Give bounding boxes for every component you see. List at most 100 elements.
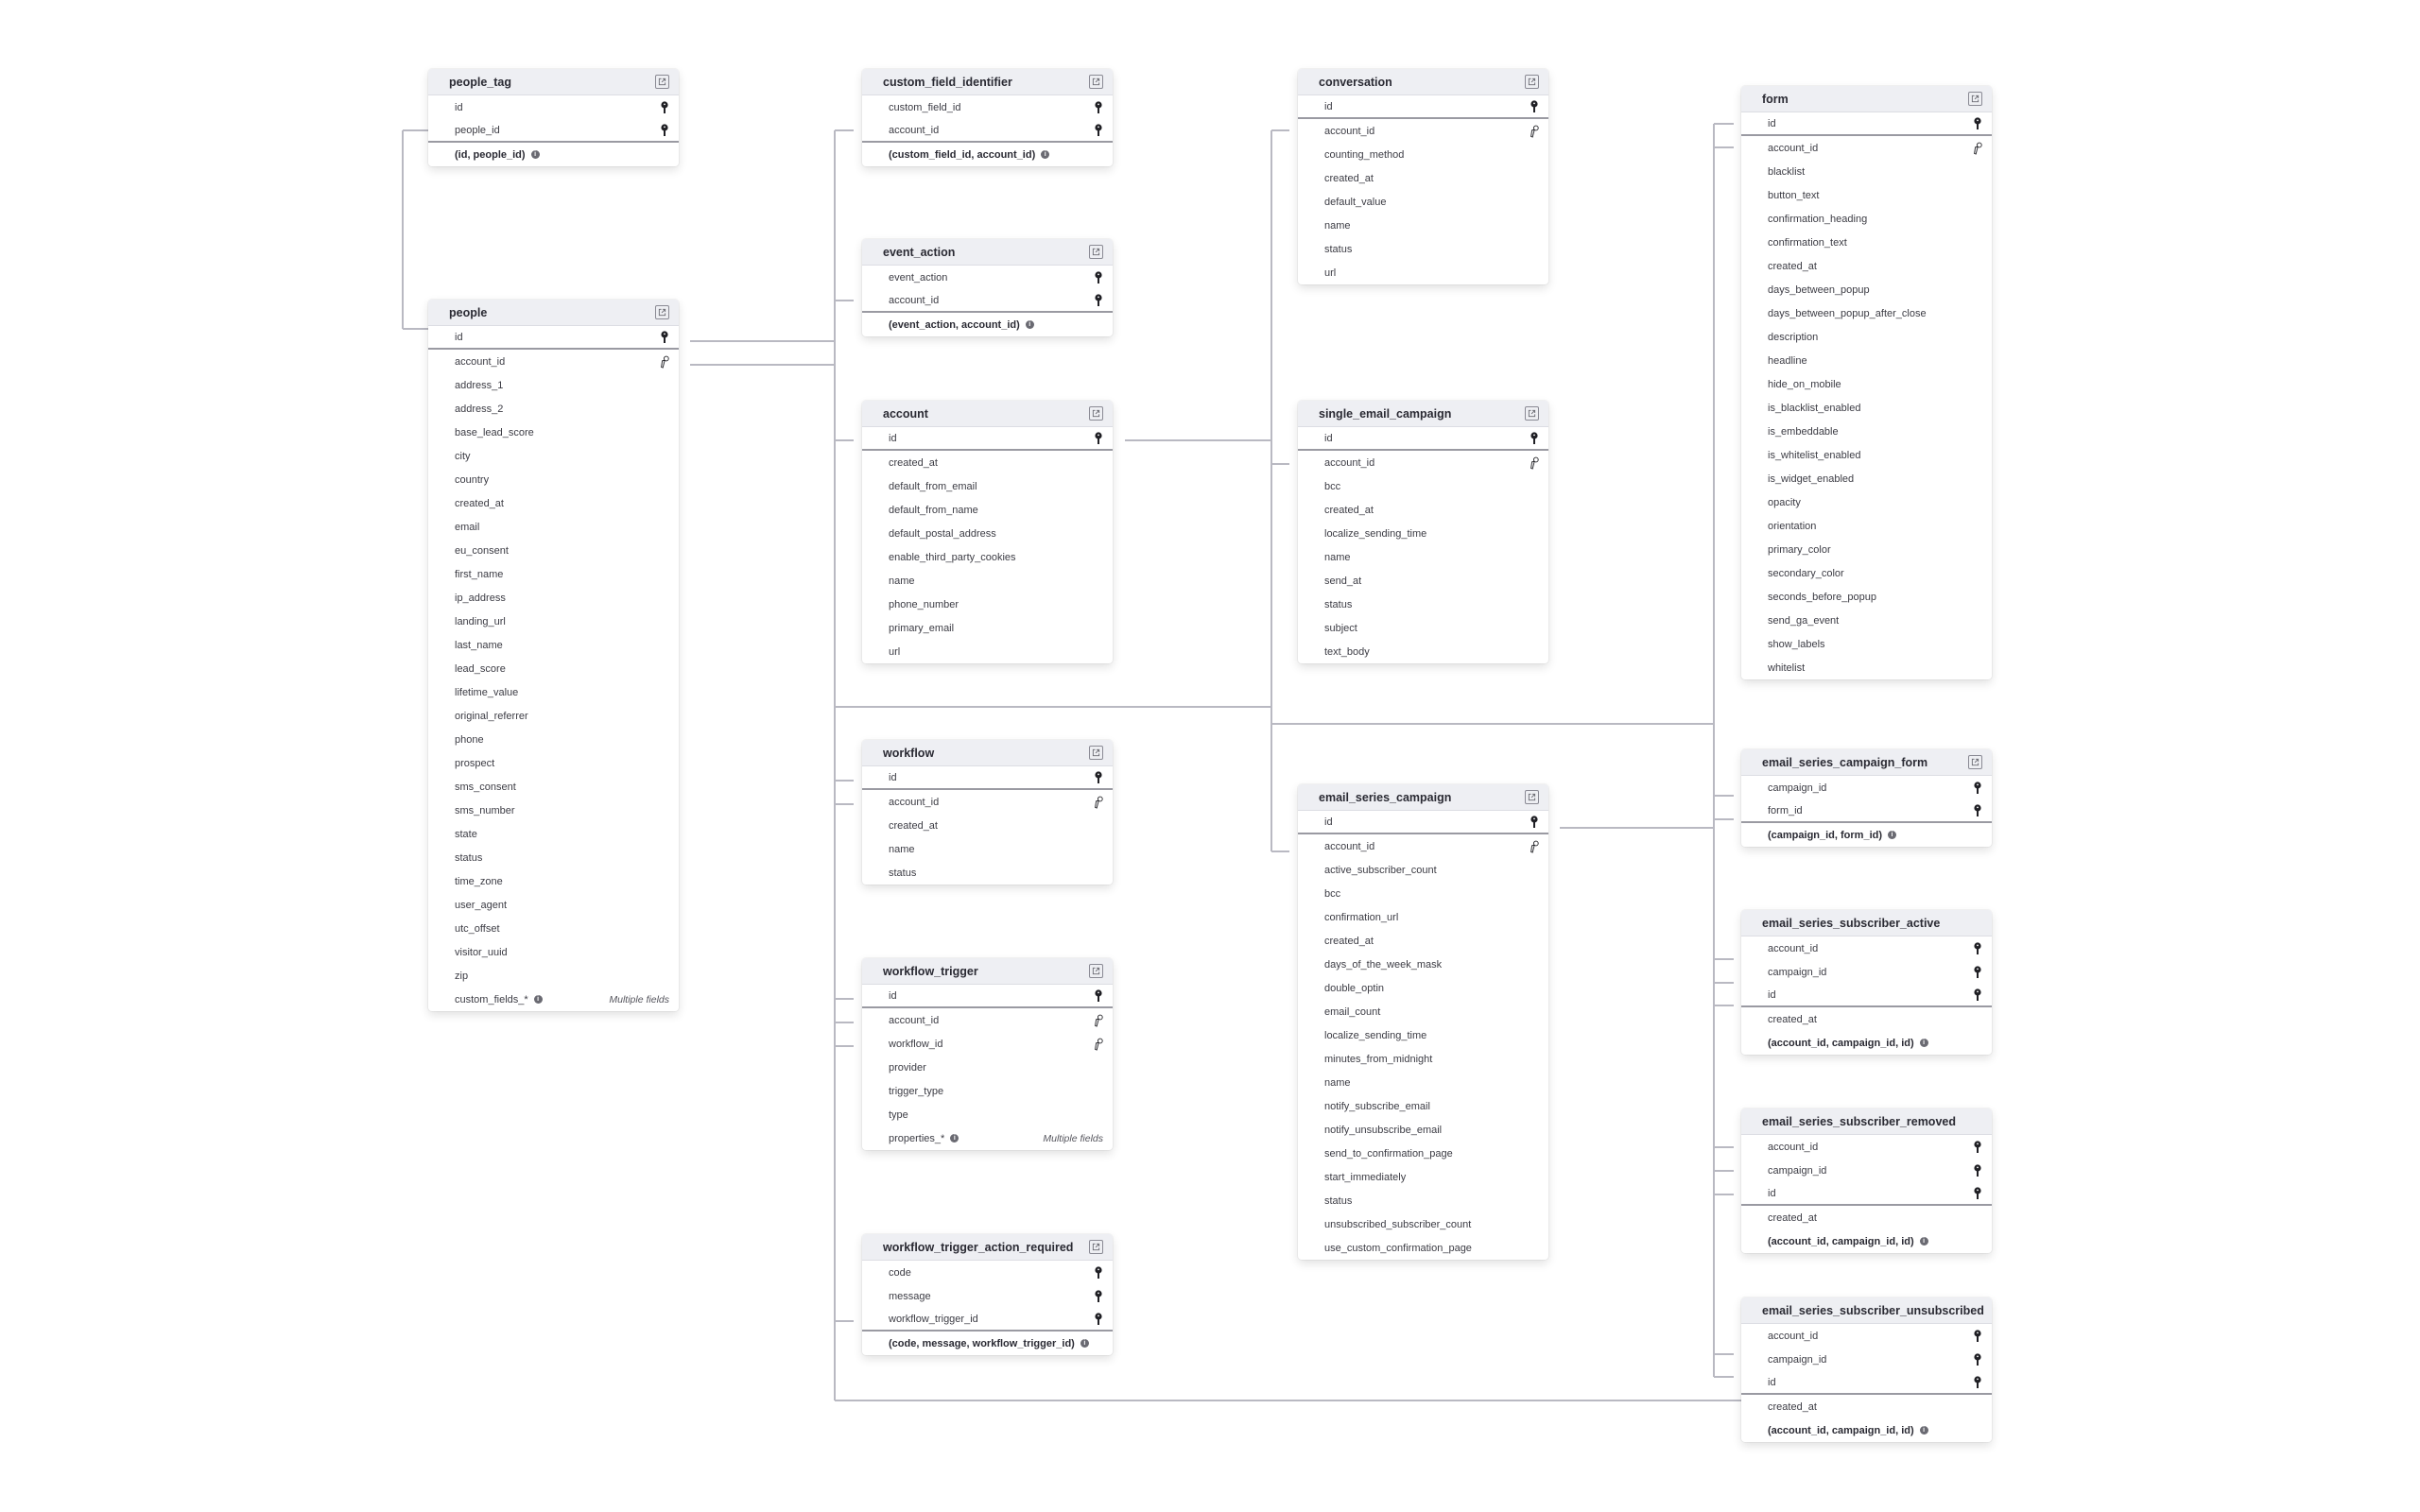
field-row: id (1741, 1182, 1992, 1206)
field-name: account_id (1324, 126, 1530, 137)
field-name: custom_field_id (889, 102, 1094, 113)
field-name: utc_offset (455, 923, 669, 935)
table-form[interactable]: form id account_id blacklist button_text conf… (1741, 86, 1992, 679)
field-name: phone_number (889, 599, 1103, 610)
composite-key-label: (event_action, account_id) i (889, 319, 1103, 331)
info-icon[interactable]: i (1080, 1339, 1089, 1349)
field-name: zip (455, 971, 669, 982)
table-name: custom_field_identifier (883, 75, 1012, 89)
table-custom-field-identifier[interactable]: custom_field_identifier custom_field_idac… (862, 69, 1113, 166)
table-workflow-trigger-action-required[interactable]: workflow_trigger_action_required code mess… (862, 1234, 1113, 1355)
field-label: account_id (889, 796, 940, 808)
field-label: original_referrer (455, 710, 528, 722)
field-row: minutes_from_midnight (1298, 1047, 1548, 1071)
info-icon[interactable]: i (530, 150, 540, 160)
primary-key-icon (1973, 1140, 1982, 1154)
primary-key-icon (1530, 815, 1539, 829)
field-name: created_at (1768, 1212, 1982, 1224)
info-icon[interactable]: i (1888, 831, 1897, 840)
field-row: start_immediately (1298, 1165, 1548, 1189)
field-name: blacklist (1768, 166, 1982, 178)
table-conversation[interactable]: conversation id account_id counting_method c… (1298, 69, 1548, 284)
field-label: default_value (1324, 196, 1387, 208)
field-label: default_from_email (889, 480, 977, 492)
field-name: default_postal_address (889, 528, 1103, 540)
field-row: status (862, 861, 1113, 885)
table-people[interactable]: people id account_id address_1 address_2 base… (428, 300, 679, 1011)
field-row: account_id (1298, 451, 1548, 474)
field-label: account_id (889, 294, 940, 306)
field-row: days_between_popup_after_close (1741, 301, 1992, 325)
field-label: country (455, 473, 490, 486)
field-row: id (428, 95, 679, 119)
external-link-icon[interactable] (1089, 746, 1103, 760)
table-header: workflow_trigger_action_required (862, 1234, 1113, 1261)
field-label: bcc (1324, 480, 1341, 492)
composite-key-row: (id, people_id) i (428, 143, 679, 166)
info-icon[interactable]: i (533, 995, 543, 1005)
field-name: account_id (1324, 841, 1530, 852)
info-icon[interactable]: i (1025, 320, 1034, 330)
table-workflow[interactable]: workflow id account_id created_at name status (862, 740, 1113, 885)
info-icon[interactable]: i (1919, 1237, 1928, 1246)
external-link-icon[interactable] (1089, 245, 1103, 259)
table-people-tag[interactable]: people_tag id people_id (id, people_id) i (428, 69, 679, 166)
table-name: single_email_campaign (1319, 406, 1452, 421)
table-header: email_series_subscriber_unsubscribed (1741, 1297, 1992, 1324)
field-name: minutes_from_midnight (1324, 1054, 1539, 1065)
field-row: orientation (1741, 514, 1992, 538)
field-row: default_value (1298, 190, 1548, 214)
table-email-series-subscriber-removed[interactable]: email_series_subscriber_removed account_i… (1741, 1108, 1992, 1253)
external-link-icon[interactable] (655, 75, 669, 89)
field-name: name (889, 844, 1103, 855)
table-name: workflow_trigger_action_required (883, 1240, 1074, 1254)
field-row: secondary_color (1741, 561, 1992, 585)
external-link-icon[interactable] (1089, 406, 1103, 421)
field-row: days_of_the_week_mask (1298, 953, 1548, 976)
field-name: account_id (889, 1015, 1094, 1026)
field-row: campaign_id (1741, 1348, 1992, 1371)
field-row: headline (1741, 349, 1992, 372)
field-name: description (1768, 332, 1982, 343)
external-link-icon[interactable] (1089, 75, 1103, 89)
field-label: use_custom_confirmation_page (1324, 1242, 1472, 1254)
info-icon[interactable]: i (950, 1134, 959, 1143)
composite-key-text: (account_id, campaign_id, id) (1768, 1424, 1914, 1436)
field-name: original_referrer (455, 711, 669, 722)
field-row: default_postal_address (862, 522, 1113, 545)
table-account[interactable]: account id created_at default_from_email def… (862, 401, 1113, 663)
external-link-icon[interactable] (1525, 75, 1539, 89)
field-row: name (1298, 214, 1548, 237)
table-workflow-trigger[interactable]: workflow_trigger id account_id workflow_id p… (862, 958, 1113, 1150)
external-link-icon[interactable] (1089, 1240, 1103, 1254)
table-event-action[interactable]: event_action event_action account_id (event… (862, 239, 1113, 336)
field-name: form_id (1768, 805, 1973, 816)
field-name: campaign_id (1768, 1165, 1973, 1177)
table-email-series-campaign-form[interactable]: email_series_campaign_form campaign_id for… (1741, 749, 1992, 847)
external-link-icon[interactable] (1525, 790, 1539, 804)
composite-key-label: (campaign_id, form_id) i (1768, 830, 1982, 841)
external-link-icon[interactable] (655, 305, 669, 319)
table-email-series-subscriber-unsubscribed[interactable]: email_series_subscriber_unsubscribed acco… (1741, 1297, 1992, 1442)
field-label: account_id (889, 124, 940, 136)
field-name: id (455, 332, 660, 343)
table-email-series-campaign[interactable]: email_series_campaign id account_id active_… (1298, 784, 1548, 1260)
external-link-icon[interactable] (1968, 92, 1982, 106)
table-single-email-campaign[interactable]: single_email_campaignid account_idbcc crea… (1298, 401, 1548, 663)
external-link-icon[interactable] (1525, 406, 1539, 421)
external-link-icon[interactable] (1968, 755, 1982, 769)
info-icon[interactable]: i (1919, 1039, 1928, 1048)
info-icon[interactable]: i (1919, 1426, 1928, 1435)
external-link-icon[interactable] (1089, 964, 1103, 978)
field-row: created_at (1298, 498, 1548, 522)
field-row: enable_third_party_cookies (862, 545, 1113, 569)
field-name: id (1324, 816, 1530, 828)
field-label: primary_email (889, 622, 955, 634)
field-label: notify_unsubscribe_email (1324, 1124, 1443, 1136)
field-row: state (428, 822, 679, 846)
field-row: account_id (1298, 119, 1548, 143)
field-label: id (1324, 432, 1333, 444)
table-email-series-subscriber-active[interactable]: email_series_subscriber_active account_id… (1741, 910, 1992, 1055)
info-icon[interactable]: i (1041, 150, 1050, 160)
field-row: country (428, 468, 679, 491)
